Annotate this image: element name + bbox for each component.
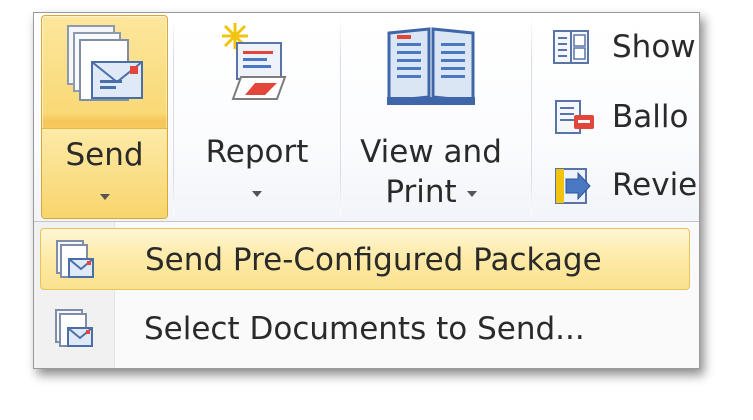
send-split-button[interactable]: Send [41,15,168,219]
review-label: Revie [612,167,698,203]
report-icon [215,19,299,118]
send-ribbon-window: Send Report View and Print Show Ballo Re… [33,12,700,369]
package-icon [53,239,97,289]
balloon-icon [552,99,596,145]
send-dropdown-menu: Send Pre-Configured Package Select Docum… [34,221,699,368]
send-package-icon [62,22,148,121]
ribbon-separator [173,17,174,217]
review-icon [552,167,594,215]
send-label: Send [65,137,144,173]
report-label: Report [205,134,309,170]
ribbon: Send Report View and Print Show Ballo Re… [34,13,699,223]
menu-item-label: Send Pre-Configured Package [145,242,602,278]
balloon-label: Ballo [612,99,689,135]
view-and-print-button[interactable]: View and Print [346,13,516,219]
ribbon-separator [531,17,532,217]
view-and-print-label-line2: Print [346,173,516,211]
send-caret [42,176,167,214]
view-and-print-label-line1: View and [360,134,502,170]
ribbon-separator [340,17,341,217]
show-label: Show [612,29,696,65]
documents-icon [52,308,96,358]
report-caret [180,173,334,211]
book-icon [383,23,479,118]
menu-item-select-documents-to-send[interactable]: Select Documents to Send... [40,298,690,360]
show-pages-icon [552,29,592,73]
menu-item-label: Select Documents to Send... [144,311,585,347]
report-button[interactable]: Report [180,13,334,219]
menu-item-send-pre-configured-package[interactable]: Send Pre-Configured Package [40,228,690,290]
